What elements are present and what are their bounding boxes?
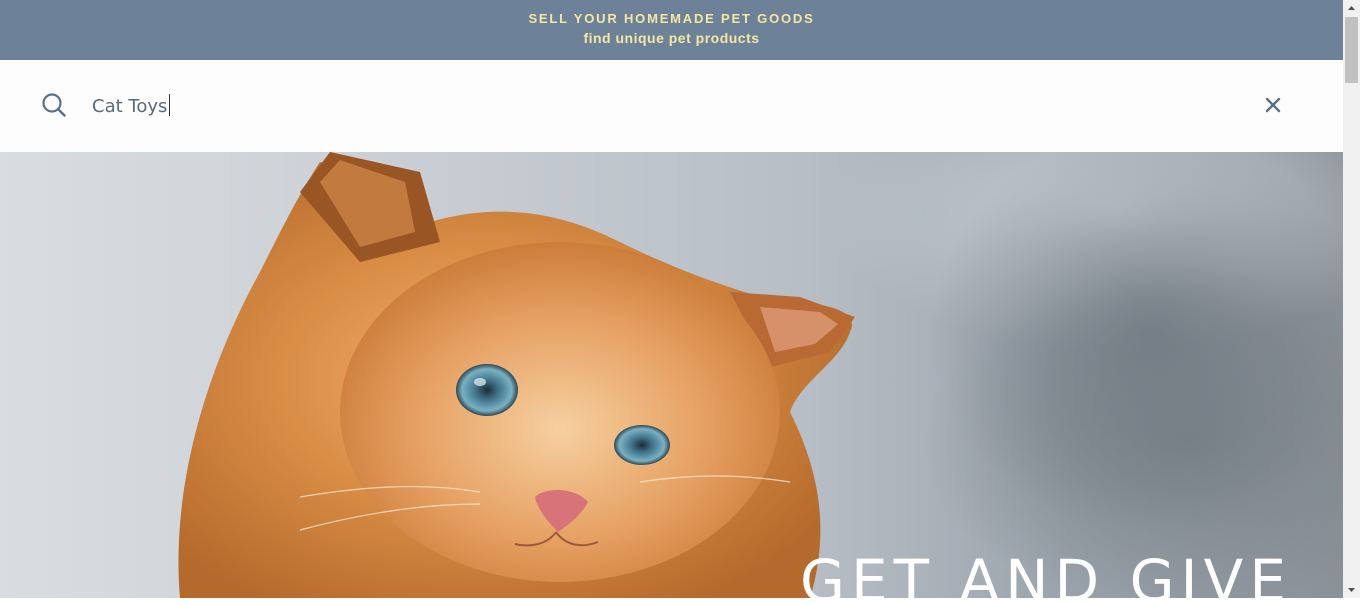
- hero-banner[interactable]: GET AND GIVE: [0, 152, 1343, 598]
- scroll-down-arrow-icon[interactable]: [1343, 581, 1360, 598]
- search-icon[interactable]: [41, 92, 67, 118]
- search-bar: [0, 60, 1343, 152]
- close-icon[interactable]: [1263, 95, 1283, 115]
- announcement-headline[interactable]: SELL YOUR HOMEMADE PET GOODS: [0, 11, 1343, 26]
- search-input[interactable]: [92, 90, 1192, 122]
- hero-title: GET AND GIVE: [800, 547, 1292, 598]
- scrollbar-thumb[interactable]: [1345, 17, 1358, 83]
- kitten-photo: [178, 152, 1343, 598]
- vertical-scrollbar[interactable]: [1343, 0, 1360, 598]
- announcement-bar[interactable]: SELL YOUR HOMEMADE PET GOODS find unique…: [0, 0, 1343, 60]
- scroll-up-arrow-icon[interactable]: [1343, 0, 1360, 17]
- text-cursor: [169, 94, 170, 116]
- page: SELL YOUR HOMEMADE PET GOODS find unique…: [0, 0, 1343, 598]
- announcement-subline[interactable]: find unique pet products: [0, 30, 1343, 46]
